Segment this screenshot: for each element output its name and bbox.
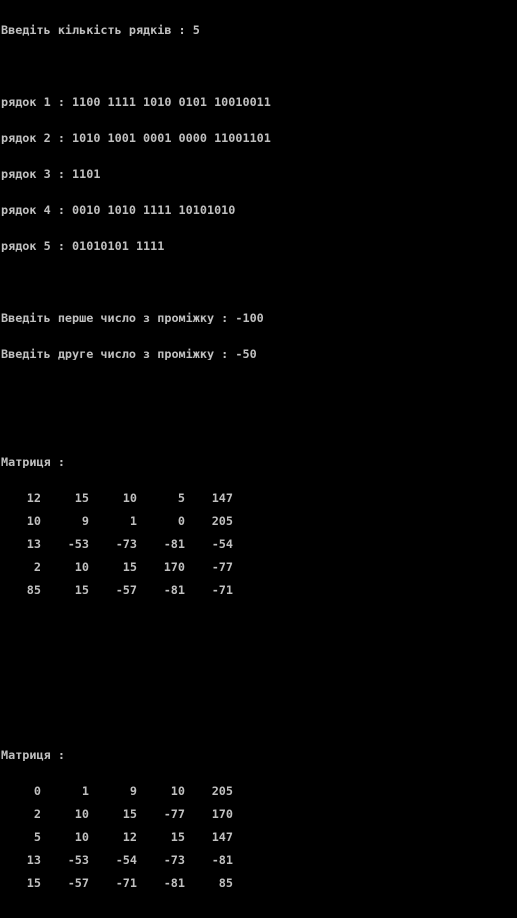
matrix-1-cell: 10 — [26, 514, 41, 528]
binary-row-4: рядок 4 : 0010 1010 1111 10101010 — [1, 204, 236, 216]
matrix-1-cell: 0 — [177, 514, 185, 528]
matrix-2-cell: 15 — [122, 807, 137, 821]
matrix-2-cell: -71 — [115, 876, 137, 890]
matrix-1-cell: 85 — [26, 583, 41, 597]
matrix-1-cell: 10 — [74, 560, 89, 574]
matrix-2-cell: -77 — [163, 807, 185, 821]
matrix-2-cell: 0 — [33, 784, 41, 798]
matrix-1-cell: -73 — [115, 537, 137, 551]
matrix-1-title: Матриця : — [1, 456, 65, 468]
matrix-2-cell: 10 — [74, 830, 89, 844]
matrix-1-cell: 170 — [163, 560, 185, 574]
matrix-2-cell: 2 — [33, 807, 41, 821]
prompt-first-number: Введіть перше число з проміжку : -100 — [1, 312, 264, 324]
matrix-1-cell: 147 — [211, 491, 233, 505]
matrix-1-cell: -81 — [163, 583, 185, 597]
matrix-1-cell: -81 — [163, 537, 185, 551]
matrix-1-cell: -71 — [211, 583, 233, 597]
matrix-1-cell: 1 — [129, 514, 137, 528]
matrix-1-cell: 12 — [26, 491, 41, 505]
console-scrollbar-area — [503, 0, 517, 459]
matrix-1-rows: 12 15 10 5 147 10 9 1 0 205 13 -53 -73 -81 -54 2 10 15 170… — [1, 492, 503, 596]
matrix-2-cell: 13 — [26, 853, 41, 867]
matrix-2: Матриця : 0 1 9 10 205 2 10 15 -77 170 5 10 12 15 147 1… — [1, 725, 503, 918]
matrix-2-cell: -81 — [163, 876, 185, 890]
matrix-1-cell: 15 — [122, 560, 137, 574]
matrix-2-cell: 10 — [74, 807, 89, 821]
matrix-2-cell: 15 — [170, 830, 185, 844]
matrix-1-cell: 9 — [81, 514, 89, 528]
matrix-2-cell: 12 — [122, 830, 137, 844]
matrix-2-cell: 5 — [33, 830, 41, 844]
matrix-2-title: Матриця : — [1, 749, 65, 761]
matrix-1-cell: 15 — [74, 491, 89, 505]
matrix-2-cell: 15 — [26, 876, 41, 890]
matrix-1: Матриця : 12 15 10 5 147 10 9 1 0 205 13 -53 -73 -81-… — [1, 432, 503, 631]
matrix-2-cell: 10 — [170, 784, 185, 798]
matrix-1-cell: -53 — [67, 537, 89, 551]
matrix-2-cell: -73 — [163, 853, 185, 867]
matrix-2-cell: 170 — [211, 807, 233, 821]
matrix-2-cell: -53 — [67, 853, 89, 867]
matrix-2-cell: -57 — [67, 876, 89, 890]
matrix-1-row: 85 15 -57 -81 -71 — [1, 584, 503, 596]
console-output: Введіть кількість рядків : 5 рядок 1 : 1… — [0, 0, 503, 889]
matrix-2-row: 0 1 9 10 205 — [1, 785, 503, 797]
matrix-2-cell: 85 — [218, 876, 233, 890]
matrix-2-row: 13 -53 -54 -73 -81 — [1, 854, 503, 866]
matrix-1-cell: 5 — [177, 491, 185, 505]
matrix-1-cell: -54 — [211, 537, 233, 551]
matrix-1-cell: -77 — [211, 560, 233, 574]
matrix-1-cell: 2 — [33, 560, 41, 574]
binary-row-1: рядок 1 : 1100 1111 1010 0101 10010011 — [1, 96, 271, 108]
matrix-2-row: 5 10 12 15 147 — [1, 831, 503, 843]
prompt-row-count: Введіть кількість рядків : 5 — [1, 24, 200, 36]
binary-row-3: рядок 3 : 1101 — [1, 168, 101, 180]
binary-row-5: рядок 5 : 01010101 1111 — [1, 240, 165, 252]
matrix-1-cell: 15 — [74, 583, 89, 597]
prompt-second-number: Введіть друге число з проміжку : -50 — [1, 348, 257, 360]
matrix-1-row: 10 9 1 0 205 — [1, 515, 503, 527]
matrix-2-cell: -81 — [211, 853, 233, 867]
matrix-1-cell: 10 — [122, 491, 137, 505]
matrix-2-cell: 147 — [211, 830, 233, 844]
matrix-2-cell: 9 — [129, 784, 137, 798]
matrix-1-cell: 13 — [26, 537, 41, 551]
matrix-1-row: 13 -53 -73 -81 -54 — [1, 538, 503, 550]
matrix-2-cell: 1 — [81, 784, 89, 798]
matrix-2-rows: 0 1 9 10 205 2 10 15 -77 170 5 10 12 15 147 13 -53 -54 -73… — [1, 785, 503, 889]
matrix-2-cell: 205 — [211, 784, 233, 798]
matrix-2-row: 15 -57 -71 -81 85 — [1, 877, 503, 889]
binary-row-2: рядок 2 : 1010 1001 0001 0000 11001101 — [1, 132, 271, 144]
matrix-1-row: 2 10 15 170 -77 — [1, 561, 503, 573]
matrix-1-row: 12 15 10 5 147 — [1, 492, 503, 504]
matrix-1-cell: -57 — [115, 583, 137, 597]
matrix-1-cell: 205 — [211, 514, 233, 528]
matrix-2-cell: -54 — [115, 853, 137, 867]
matrix-2-row: 2 10 15 -77 170 — [1, 808, 503, 820]
